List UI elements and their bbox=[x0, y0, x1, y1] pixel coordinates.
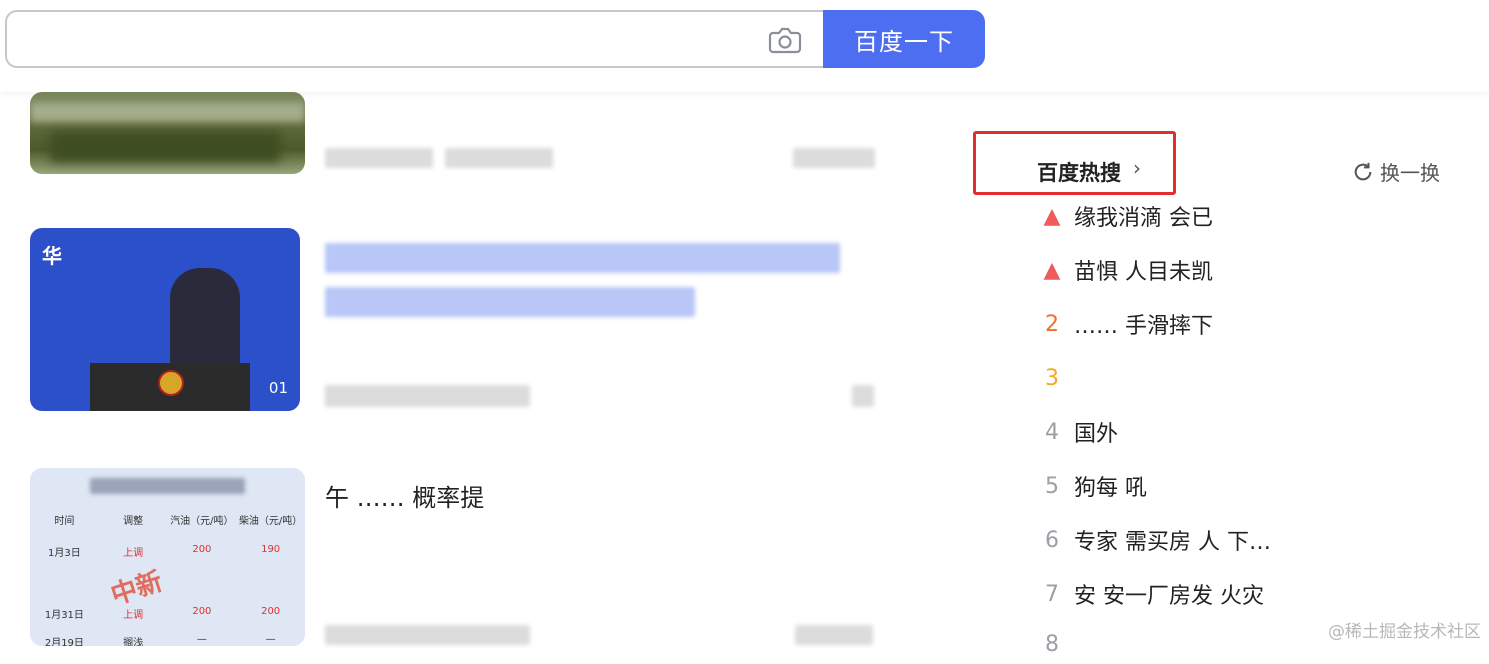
hot-item-text: 安 安一厂房发 火灾 bbox=[1074, 584, 1264, 609]
pin-icon: ▲ bbox=[1043, 203, 1061, 229]
search-input[interactable] bbox=[21, 20, 745, 60]
price-table-row: 1月3日 上调 200 190 bbox=[48, 544, 281, 559]
hot-rank: 7 bbox=[1045, 581, 1059, 607]
pin-icon: ▲ bbox=[1043, 257, 1061, 283]
watermark: @稀土掘金技术社区 bbox=[1328, 622, 1481, 642]
hot-rank: 5 bbox=[1045, 473, 1059, 499]
refresh-icon bbox=[1354, 162, 1372, 180]
news-meta-extra bbox=[793, 148, 875, 168]
hot-item-text: …… 手滑摔下 bbox=[1074, 314, 1213, 339]
hot-item[interactable]: 7 安 安一厂房发 火灾 bbox=[1030, 574, 1440, 614]
hot-item-text: 专家 需买房 人 下… bbox=[1074, 530, 1271, 555]
news-title-line-2[interactable] bbox=[325, 287, 695, 317]
news-meta-source bbox=[325, 385, 530, 407]
hot-item-text: 缘我消滴 会已 bbox=[1074, 206, 1213, 231]
news-thumbnail-table[interactable]: 时间 调整 汽油（元/吨） 柴油（元/吨） 1月3日 上调 200 190 1月… bbox=[30, 468, 305, 646]
hot-rank: 2 bbox=[1045, 311, 1059, 337]
price-table-image: 时间 调整 汽油（元/吨） 柴油（元/吨） 1月3日 上调 200 190 1月… bbox=[30, 468, 305, 646]
hot-rank: 3 bbox=[1045, 365, 1059, 391]
news-thumbnail[interactable] bbox=[30, 92, 305, 174]
news-title-line-1[interactable] bbox=[325, 243, 840, 273]
hot-rank: 4 bbox=[1045, 419, 1059, 445]
hot-item[interactable]: ▲ 缘我消滴 会已 bbox=[1030, 196, 1440, 236]
search-button[interactable]: 百度一下 bbox=[823, 10, 985, 68]
refresh-button[interactable]: 换一换 bbox=[1352, 157, 1440, 186]
hot-item[interactable]: ▲ 苗惧 人目未凯 bbox=[1030, 250, 1440, 290]
search-box[interactable] bbox=[5, 10, 823, 68]
refresh-label: 换一换 bbox=[1380, 161, 1440, 185]
top-search-bar: 百度一下 bbox=[0, 0, 1489, 92]
news-video-thumbnail[interactable]: 华 01 bbox=[30, 228, 300, 411]
camera-icon[interactable] bbox=[767, 26, 803, 54]
news-title[interactable]: 午 …… 概率提 bbox=[325, 478, 484, 513]
hot-rank: 8 bbox=[1045, 631, 1059, 657]
hot-item[interactable]: 5 狗每 吼 bbox=[1030, 466, 1440, 506]
news-meta-extra bbox=[795, 625, 873, 645]
news-meta-source bbox=[325, 625, 530, 645]
price-table-header: 时间 调整 汽油（元/吨） 柴油（元/吨） bbox=[54, 516, 303, 527]
hot-item-text: 苗惧 人目未凯 bbox=[1074, 260, 1213, 285]
price-table-row: 2月19日 搁浅 — — bbox=[44, 634, 276, 646]
hot-item[interactable]: 3 bbox=[1030, 358, 1440, 398]
hot-item-text: 国外 bbox=[1074, 422, 1119, 447]
hot-item[interactable]: 4 国外 bbox=[1030, 412, 1440, 452]
thumb-brand-text: 华 bbox=[42, 244, 62, 268]
chevron-right-icon[interactable]: › bbox=[1133, 156, 1141, 180]
news-logo: 中新 bbox=[107, 566, 167, 612]
hot-item[interactable]: 6 专家 需买房 人 下… bbox=[1030, 520, 1440, 560]
hot-item[interactable]: 2 …… 手滑摔下 bbox=[1030, 304, 1440, 344]
hot-item-text: 狗每 吼 bbox=[1074, 476, 1147, 501]
news-meta-extra bbox=[852, 385, 874, 407]
news-meta-time bbox=[445, 148, 553, 168]
hot-search-title[interactable]: 百度热搜 bbox=[1037, 157, 1121, 187]
hot-rank: 6 bbox=[1045, 527, 1059, 553]
video-duration: 01 bbox=[268, 379, 288, 397]
news-meta-source bbox=[325, 148, 433, 168]
price-table-row: 1月31日 上调 200 200 bbox=[44, 606, 281, 621]
emblem-icon bbox=[158, 370, 184, 396]
